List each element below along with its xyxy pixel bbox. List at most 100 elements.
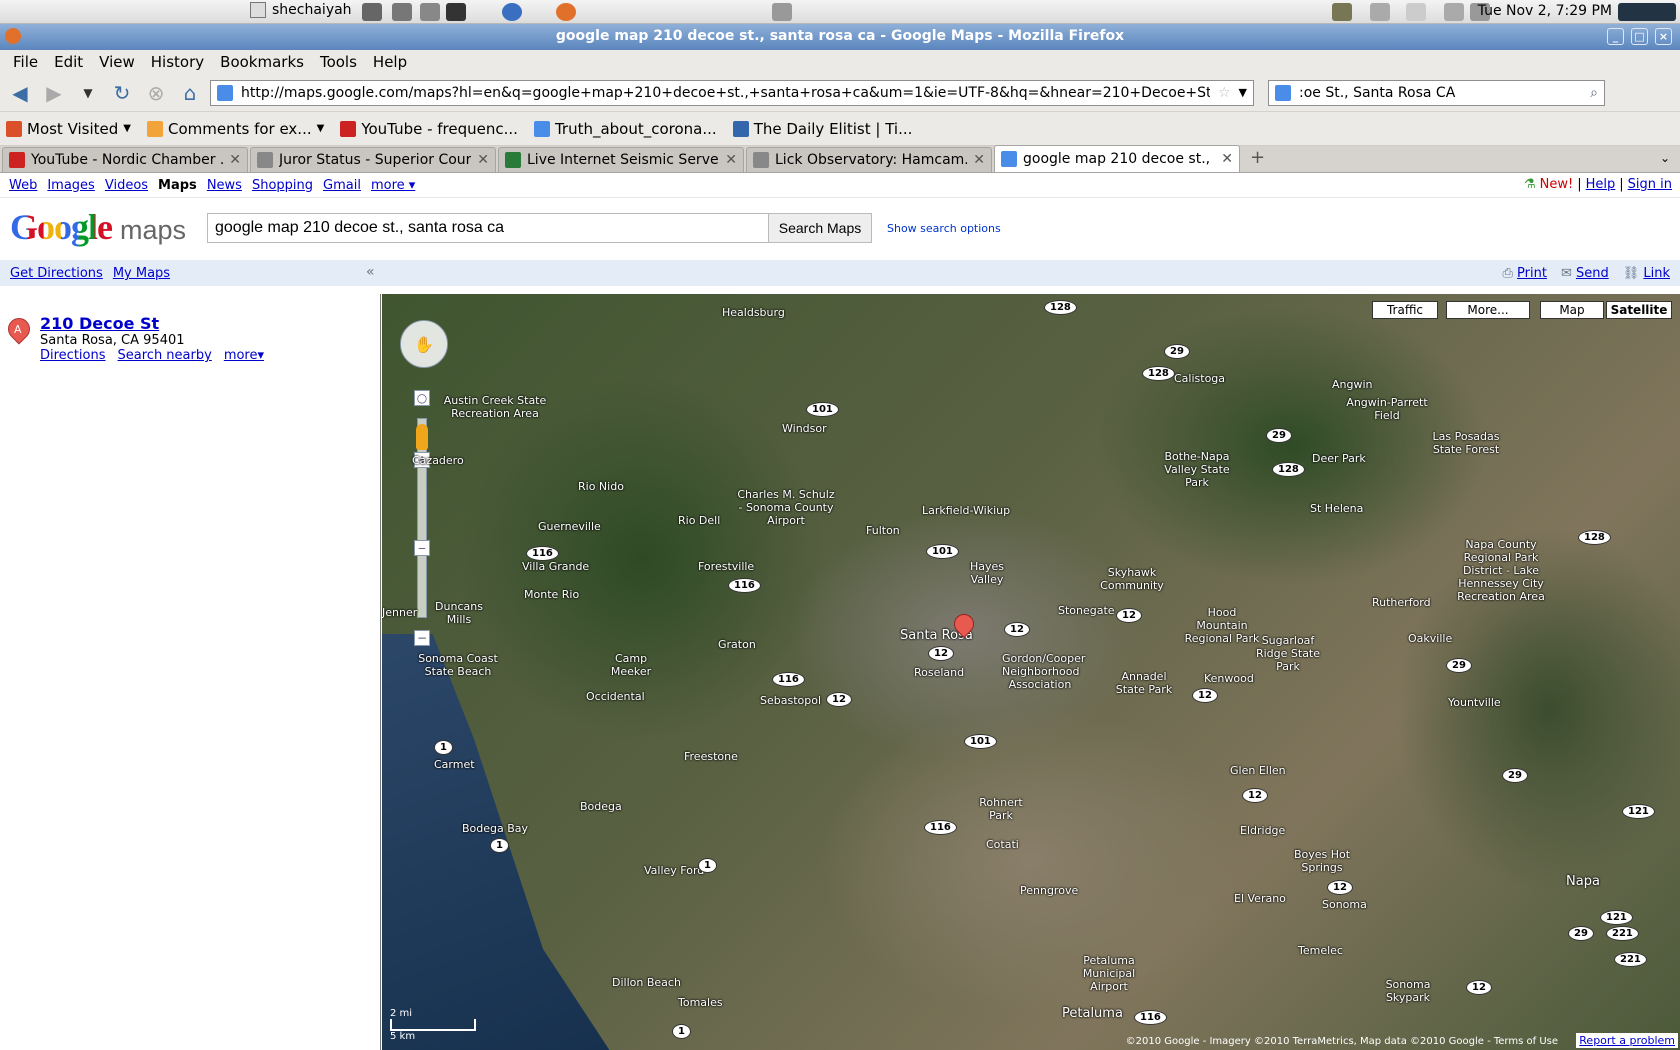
search-bar[interactable]: :oe St., Santa Rosa CA ⌕	[1268, 79, 1605, 106]
result-search-nearby-link[interactable]: Search nearby	[118, 348, 212, 363]
bookmark-daily-elitist[interactable]: The Daily Elitist | Ti...	[732, 120, 912, 138]
menu-history[interactable]: History	[144, 51, 211, 73]
maximize-icon[interactable]: □	[1631, 28, 1648, 45]
maps-search-input[interactable]	[207, 213, 769, 243]
gnav-images[interactable]: Images	[47, 178, 95, 193]
window-titlebar[interactable]: google map 210 decoe st., santa rosa ca …	[0, 24, 1680, 50]
menu-tools[interactable]: Tools	[313, 51, 364, 73]
gnav-shopping[interactable]: Shopping	[252, 178, 313, 193]
google-maps-logo[interactable]: Google maps	[10, 206, 186, 248]
user-menu[interactable]: shechaiyah	[250, 2, 352, 18]
tab-youtube-nordic[interactable]: YouTube - Nordic Chamber ... ✕	[2, 147, 248, 172]
printer-icon[interactable]	[1444, 3, 1464, 21]
satellite-view-button[interactable]: Satellite	[1606, 301, 1672, 319]
tab-google-maps[interactable]: google map 210 decoe st., ... ✕	[994, 145, 1240, 172]
url-dropdown-icon[interactable]: ▼	[1239, 86, 1247, 99]
report-problem-link[interactable]: Report a problem	[1576, 1033, 1678, 1048]
search-maps-button[interactable]: Search Maps	[768, 213, 872, 243]
gnav-videos[interactable]: Videos	[105, 178, 148, 193]
pan-control[interactable]: ✋	[400, 320, 448, 368]
system-monitor-icon[interactable]	[1618, 3, 1676, 21]
map-view-button[interactable]: Map	[1540, 301, 1604, 319]
send-action[interactable]: ✉ Send	[1561, 266, 1609, 281]
get-directions-link[interactable]: Get Directions	[10, 266, 103, 281]
notification-icon[interactable]	[1332, 3, 1352, 21]
bookmark-most-visited[interactable]: Most Visited ▼	[6, 120, 131, 138]
close-icon[interactable]: ×	[1655, 28, 1672, 45]
tab-list-icon[interactable]: ⌄	[1660, 151, 1670, 165]
home-icon[interactable]: ⌂	[176, 80, 204, 106]
search-result[interactable]: A 210 Decoe St Santa Rosa, CA 95401 Dire…	[3, 313, 264, 363]
bookmark-truth-about-corona[interactable]: Truth_about_corona...	[533, 120, 717, 138]
show-search-options-link[interactable]: Show search options	[887, 222, 1001, 235]
link-link[interactable]: Link	[1643, 266, 1670, 281]
tab-close-icon[interactable]: ✕	[725, 152, 737, 168]
print-action[interactable]: ⎙ Print	[1503, 266, 1547, 281]
search-text[interactable]: :oe St., Santa Rosa CA	[1299, 85, 1582, 101]
tab-close-icon[interactable]: ✕	[229, 152, 241, 168]
network-settings-icon[interactable]	[420, 3, 440, 21]
my-maps-link[interactable]: My Maps	[113, 266, 170, 281]
map-canvas[interactable]: Traffic More... Map Satellite ✋ ○ + ‒ − …	[382, 294, 1680, 1050]
street-view-pegman-icon[interactable]	[416, 424, 428, 450]
search-engine-icon[interactable]	[1275, 84, 1291, 101]
more-layers-button[interactable]: More...	[1446, 301, 1530, 319]
gnav-gmail[interactable]: Gmail	[323, 178, 361, 193]
tab-lick-observatory[interactable]: Lick Observatory: Hamcam... ✕	[746, 147, 992, 172]
tab-close-icon[interactable]: ✕	[973, 152, 985, 168]
menu-edit[interactable]: Edit	[47, 51, 90, 73]
forward-icon[interactable]: ▶	[40, 80, 68, 106]
google-favicon-icon	[1001, 151, 1017, 167]
send-link[interactable]: Send	[1576, 266, 1609, 281]
terminal-icon[interactable]	[446, 3, 466, 21]
search-icon[interactable]: ⌕	[1590, 85, 1598, 101]
tab-juror-status[interactable]: Juror Status - Superior Cour... ✕	[250, 147, 496, 172]
zoom-handle[interactable]: ‒	[414, 540, 430, 556]
tab-seismic-server[interactable]: Live Internet Seismic Server ✕	[498, 147, 744, 172]
stop-icon[interactable]: ⊗	[142, 80, 170, 106]
volume-icon[interactable]	[1370, 3, 1390, 21]
reset-view-icon[interactable]: ○	[414, 390, 430, 406]
help-link[interactable]: Help	[1586, 177, 1616, 192]
bookmark-youtube[interactable]: YouTube - frequenc...	[340, 120, 518, 138]
bookmark-comments-feed[interactable]: Comments for ex... ▼	[147, 120, 324, 138]
result-title-link[interactable]: 210 Decoe St	[40, 314, 159, 333]
new-badge[interactable]: New!	[1540, 177, 1574, 192]
back-icon[interactable]: ◀	[6, 80, 34, 106]
traffic-button[interactable]: Traffic	[1372, 301, 1438, 319]
result-more-link[interactable]: more▾	[224, 348, 264, 363]
map-label: Sonoma Skypark	[1385, 978, 1431, 1004]
firefox-launcher-icon[interactable]	[556, 3, 576, 21]
tab-label: google map 210 decoe st., ...	[1023, 151, 1216, 167]
reload-icon[interactable]: ↻	[108, 80, 136, 106]
link-action[interactable]: ⛓ Link	[1623, 266, 1670, 281]
panel-clock[interactable]: Tue Nov 2, 7:29 PM	[1478, 3, 1612, 19]
menu-view[interactable]: View	[92, 51, 142, 73]
print-link[interactable]: Print	[1517, 266, 1547, 281]
zoom-out-icon[interactable]: −	[414, 630, 430, 646]
menu-bookmarks[interactable]: Bookmarks	[213, 51, 311, 73]
power-icon[interactable]	[362, 3, 382, 21]
gnav-web[interactable]: Web	[9, 178, 37, 193]
menu-file[interactable]: File	[6, 51, 45, 73]
folder-icon[interactable]	[772, 3, 792, 21]
mail-icon[interactable]	[1406, 3, 1426, 21]
menu-help[interactable]: Help	[366, 51, 414, 73]
minimize-icon[interactable]: _	[1607, 28, 1624, 45]
tab-close-icon[interactable]: ✕	[477, 152, 489, 168]
bookmark-star-icon[interactable]: ☆	[1218, 85, 1231, 101]
collapse-panel-icon[interactable]: «	[366, 264, 375, 280]
result-marker-icon[interactable]: A	[3, 313, 35, 345]
gnav-news[interactable]: News	[207, 178, 242, 193]
tab-close-icon[interactable]: ✕	[1221, 151, 1233, 167]
url-bar[interactable]: http://maps.google.com/maps?hl=en&q=goog…	[210, 79, 1254, 106]
result-directions-link[interactable]: Directions	[40, 348, 106, 363]
settings-icon[interactable]	[392, 3, 412, 21]
history-dropdown-icon[interactable]: ▼	[74, 80, 102, 106]
sign-in-link[interactable]: Sign in	[1628, 177, 1672, 192]
url-text[interactable]: http://maps.google.com/maps?hl=en&q=goog…	[241, 85, 1210, 101]
new-tab-icon[interactable]: +	[1250, 147, 1265, 168]
page-icon	[753, 152, 769, 168]
gnav-more[interactable]: more ▾	[371, 178, 415, 193]
browser-launcher-icon[interactable]	[502, 3, 522, 21]
